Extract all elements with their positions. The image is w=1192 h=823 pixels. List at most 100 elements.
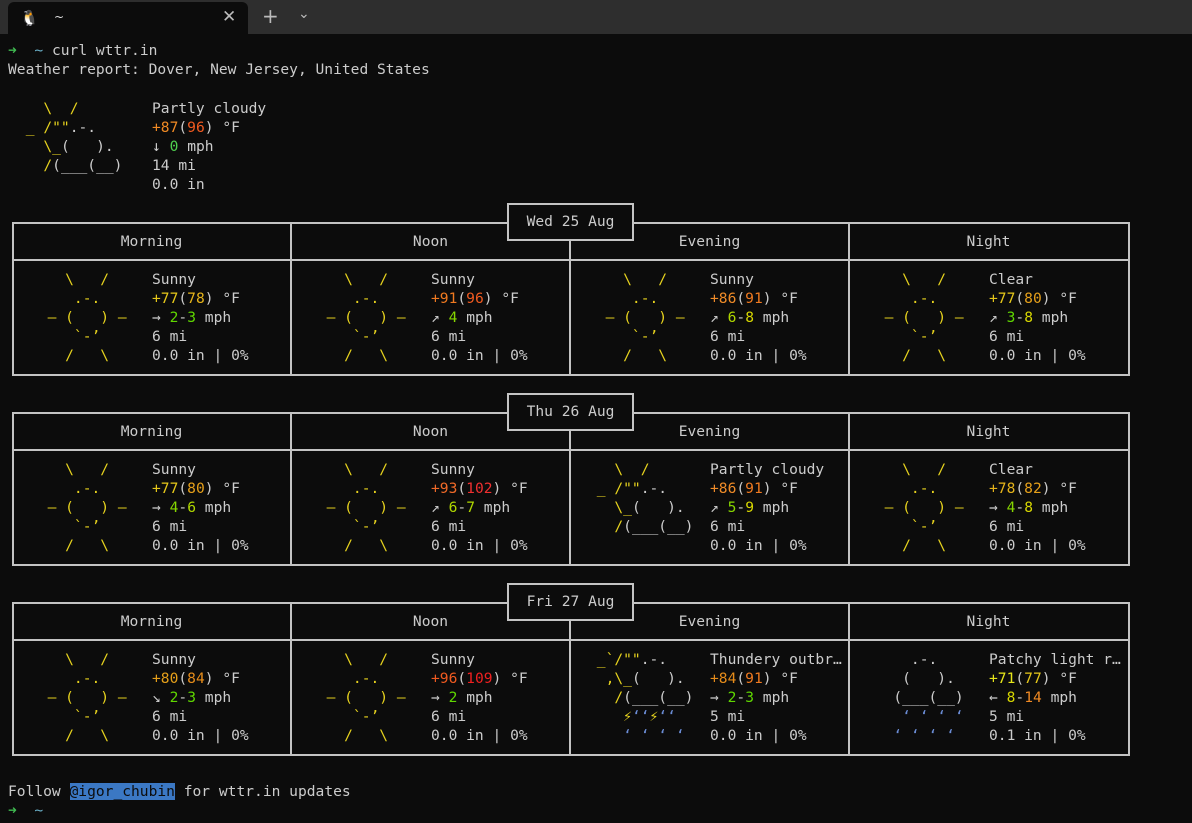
close-icon[interactable]: ✕ [222, 7, 236, 27]
precipitation: 0.1 in | 0% [989, 727, 1086, 744]
art-line: \ / [30, 270, 144, 289]
art-segment: / [588, 518, 624, 535]
wind: ← 8-14 mph [989, 689, 1077, 706]
wind-speed: 8 [1024, 309, 1033, 326]
wind: → 4-8 mph [989, 499, 1069, 516]
art-segment: \ / [30, 271, 145, 288]
report-title: Weather report: Dover, New Jersey, Unite… [8, 61, 430, 78]
art-line: / \ [867, 346, 981, 365]
art-line: .-. [867, 289, 981, 308]
condition: Sunny [431, 651, 475, 668]
art-line: / \ [30, 726, 144, 745]
temp-unit: °F [222, 119, 240, 136]
final-prompt[interactable]: ➜ ~ [8, 801, 43, 820]
art-segment: ― ( ) ― [309, 689, 424, 706]
wind-unit: mph [187, 138, 214, 155]
wind-speed: 2 [169, 309, 179, 326]
temp-value: +77 [152, 480, 179, 497]
temperature: +71(77) °F [989, 670, 1077, 687]
art-segment: \_ [588, 499, 632, 516]
wind-speed: 4 [1006, 499, 1016, 516]
weather-art-sunny: \ / .-. ― ( ) ― `-’ / \ [30, 460, 144, 555]
wind-direction-icon: ↗ [431, 499, 440, 516]
date-label: Wed 25 Aug [507, 203, 634, 241]
art-segment: .-. [30, 290, 145, 307]
wind-unit: mph [204, 309, 232, 326]
art-segment: ― ( ) ― [588, 309, 703, 326]
art-line: /(___(__) [588, 517, 702, 536]
art-line: \_( ). [17, 137, 131, 156]
temperature: +86(91) °F [710, 480, 798, 497]
art-segment: / [17, 157, 53, 174]
weather-info: Sunny +80(84) °F ↘ 2-3 mph 6 mi 0.0 in | 0% [152, 650, 249, 745]
wind-speed: 7 [466, 499, 475, 516]
wind-speed: 5 [727, 499, 737, 516]
twitter-handle-link[interactable]: @igor_chubin [69, 783, 175, 800]
weather-art-partly-cloudy: \ / _ /"".-. \_( ). /(___(__) [588, 460, 702, 555]
art-segment [17, 176, 131, 193]
prompt-dir: ~ [34, 802, 44, 819]
prompt-arrow-icon: ➜ [8, 42, 17, 59]
prompt-dir: ~ [34, 42, 44, 59]
condition: Patchy light r… [989, 651, 1121, 668]
art-segment: ‘ ‘ ‘ ‘ [867, 727, 982, 744]
wind-speed: 2 [727, 689, 737, 706]
condition: Thundery outbr… [710, 651, 842, 668]
temp-unit: °F [510, 670, 528, 687]
wind-unit: mph [762, 309, 790, 326]
wind-direction-icon: → [989, 499, 998, 516]
weather-info: Sunny +86(91) °F ↗ 6-8 mph 6 mi 0.0 in | 0% [710, 270, 807, 365]
plus-icon[interactable]: + [262, 4, 279, 28]
art-segment: .-. [640, 480, 703, 497]
temp-unit: °F [222, 670, 240, 687]
art-segment: ⚡ [649, 708, 659, 725]
weather-info: Partly cloudy +86(91) °F ↗ 5-9 mph 6 mi 0.0 … [710, 460, 824, 555]
tab-home[interactable]: 🐧 ~ ✕ [8, 2, 248, 34]
wind-speed: 6 [448, 499, 458, 516]
art-line: `-’ [588, 327, 702, 346]
wind-speed: 14 [1024, 689, 1042, 706]
period-header-morning: Morning [120, 423, 183, 440]
art-segment: `-’ [309, 518, 424, 535]
date-label: Thu 26 Aug [507, 393, 634, 431]
art-line: ― ( ) ― [867, 308, 981, 327]
art-segment: ― ( ) ― [30, 309, 145, 326]
weather-art-sunny: \ / .-. ― ( ) ― `-’ / \ [588, 270, 702, 365]
temp-value: +93 [431, 480, 458, 497]
weather-info: Thundery outbr… +84(91) °F → 2-3 mph 5 mi 0.… [710, 650, 842, 745]
precipitation: 0.0 in | 0% [152, 537, 249, 554]
precipitation: 0.0 in | 0% [710, 537, 807, 554]
wind-direction-icon: ↗ [710, 499, 719, 516]
art-segment: \ / [309, 271, 424, 288]
visibility: 6 mi [152, 328, 188, 345]
art-line: .-. [867, 479, 981, 498]
temperature: +78(82) °F [989, 480, 1077, 497]
precipitation: 0.0 in | 0% [989, 537, 1086, 554]
visibility: 14 mi [152, 157, 196, 174]
feels-like-value: 78 [187, 290, 205, 307]
chevron-down-icon[interactable]: ⌄ [298, 6, 310, 22]
art-line [17, 175, 131, 194]
art-segment: \ / [309, 461, 424, 478]
footer-suffix: for wttr.in updates [174, 783, 351, 800]
art-segment: / \ [309, 727, 424, 744]
art-segment: ‘‘ [631, 708, 650, 725]
art-line: / \ [30, 346, 144, 365]
wind-speed: 6 [187, 499, 196, 516]
wind: ↗ 3-8 mph [989, 309, 1069, 326]
weather-art-sunny: \ / .-. ― ( ) ― `-’ / \ [867, 460, 981, 555]
art-segment: / \ [30, 727, 145, 744]
art-segment: .-. [309, 480, 424, 497]
header-separator [12, 639, 1130, 641]
art-segment: .-. [640, 651, 703, 668]
art-segment: ― ( ) ― [309, 499, 424, 516]
wind-speed: 8 [745, 309, 754, 326]
temp-value: +77 [152, 290, 179, 307]
temperature: +91(96) °F [431, 290, 519, 307]
wind-unit: mph [204, 499, 232, 516]
wind-unit: mph [1050, 689, 1077, 706]
visibility: 6 mi [431, 708, 467, 725]
art-segment: _`/"" [588, 651, 641, 668]
art-segment: \ / [588, 461, 703, 478]
header-separator [12, 449, 1130, 451]
